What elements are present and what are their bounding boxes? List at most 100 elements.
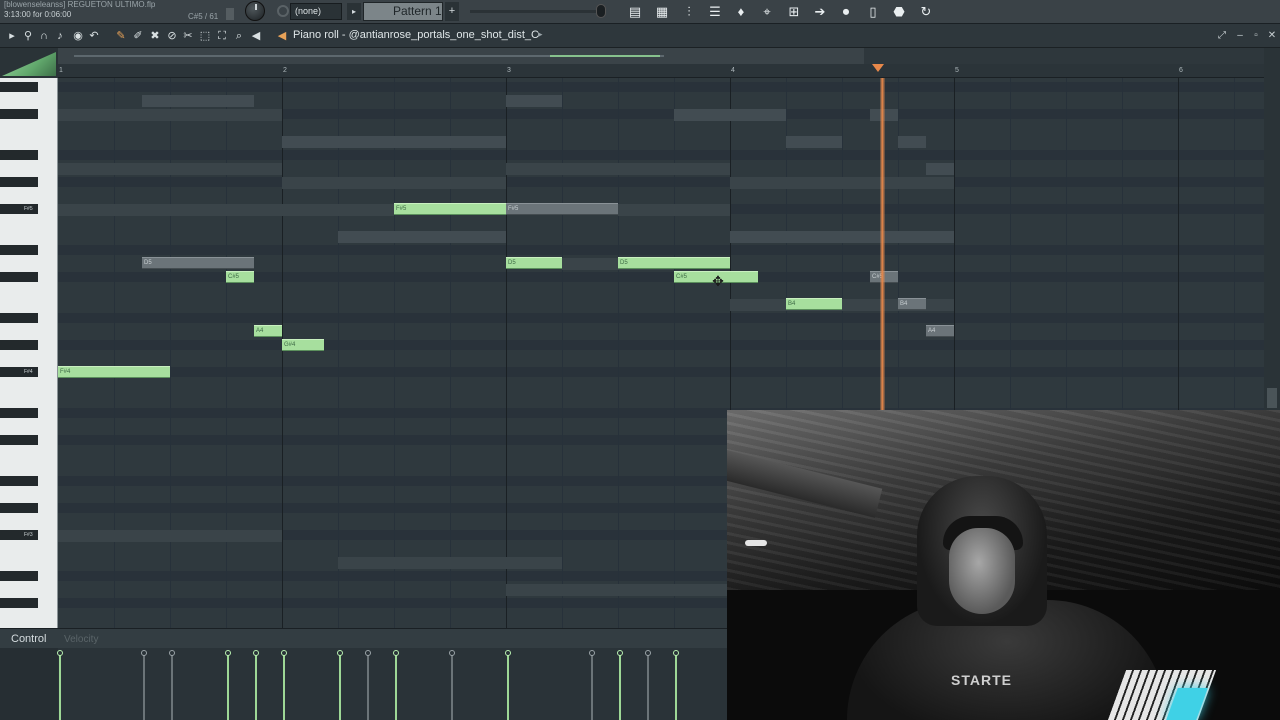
plugin-picker-icon[interactable]: ♦ [731,2,751,21]
speaker-icon[interactable]: ◀ [248,28,264,44]
black-key[interactable] [0,571,38,581]
master-volume-handle[interactable] [596,4,606,18]
keyboard-zoom-handle[interactable] [0,48,58,78]
velocity-handle[interactable] [365,650,371,656]
black-key[interactable] [0,177,38,187]
note[interactable]: B4 [786,298,842,310]
piano-roll-title[interactable]: Piano roll - @antianrose_portals_one_sho… [293,29,539,41]
black-key[interactable] [0,313,38,323]
arrow-right-icon[interactable]: ➔ [810,2,830,21]
velocity-bar[interactable] [395,654,397,720]
black-key[interactable] [0,82,38,92]
hint-stepper[interactable] [226,8,234,20]
note[interactable]: F#5 [506,203,618,215]
black-key[interactable] [0,476,38,486]
black-key[interactable] [0,109,38,119]
playhead-marker[interactable] [872,64,884,72]
velocity-handle[interactable] [225,650,231,656]
record-icon[interactable]: ◉ [70,28,86,44]
title-arrow-icon[interactable]: ▸ [538,29,543,40]
velocity-label[interactable]: Velocity [64,634,98,645]
velocity-bar[interactable] [507,654,509,720]
velocity-handle[interactable] [253,650,259,656]
undo-icon[interactable]: ↶ [86,28,102,44]
velocity-handle[interactable] [169,650,175,656]
maximize-button[interactable]: ▫ [1250,30,1262,42]
master-volume-slider[interactable] [470,10,600,13]
note[interactable]: A4 [926,325,954,337]
note[interactable]: B4 [898,298,926,310]
velocity-handle[interactable] [589,650,595,656]
velocity-bar[interactable] [143,654,145,720]
black-key[interactable] [0,435,38,445]
magnet-icon[interactable]: ⚲ [20,28,36,44]
note[interactable]: F#4 [58,366,170,378]
velocity-bar[interactable] [339,654,341,720]
velocity-bar[interactable] [675,654,677,720]
menu-arrow-icon[interactable]: ▸ [4,28,20,44]
velocity-handle[interactable] [57,650,63,656]
black-key[interactable] [0,340,38,350]
delete-icon[interactable]: ✖ [147,28,163,44]
velocity-handle[interactable] [281,650,287,656]
velocity-handle[interactable] [673,650,679,656]
black-key[interactable] [0,272,38,282]
velocity-bar[interactable] [367,654,369,720]
black-key[interactable] [0,503,38,513]
piano-roll-menu-icon[interactable]: ◀ [274,28,290,44]
playlist-icon[interactable]: ▤ [625,2,645,21]
close-button[interactable]: ✕ [1266,30,1278,42]
velocity-bar[interactable] [283,654,285,720]
velocity-bar[interactable] [59,654,61,720]
pattern-selector[interactable]: Pattern 1 [363,2,443,21]
scrollbar-thumb[interactable] [1267,388,1277,408]
velocity-bar[interactable] [255,654,257,720]
bar-ruler[interactable]: 1 2 3 4 5 6 [58,64,1264,78]
velocity-bar[interactable] [619,654,621,720]
note[interactable]: A4 [254,325,282,337]
velocity-bar[interactable] [227,654,229,720]
microphone-icon[interactable]: ⏺ [836,2,856,21]
browser-icon[interactable]: ⊞ [784,2,804,21]
select-icon[interactable]: ⬚ [197,28,213,44]
overview-view-range[interactable] [550,55,660,57]
note[interactable]: D5 [618,257,730,269]
velocity-bar[interactable] [591,654,593,720]
piano-roll-icon[interactable]: ▦ [652,2,672,21]
zoom-box-icon[interactable]: ⛶ [214,28,230,44]
detach-icon[interactable]: ⤢ [1216,30,1228,42]
metronome-icon[interactable]: ♪ [52,28,68,44]
overview-scroll-area[interactable] [864,48,1264,64]
add-pattern-button[interactable]: + [445,2,459,21]
minimize-button[interactable]: – [1234,30,1246,42]
velocity-handle[interactable] [337,650,343,656]
paint-brush-icon[interactable]: ✐ [130,28,146,44]
snap-select[interactable]: (none) [290,3,342,20]
snap-icon[interactable] [277,5,289,17]
velocity-bar[interactable] [451,654,453,720]
draw-pencil-icon[interactable]: ✎ [113,28,129,44]
control-target-select[interactable]: Control [11,633,46,645]
channel-rack-icon[interactable]: ☰ [705,2,725,21]
black-key[interactable] [0,245,38,255]
stamp-icon[interactable]: ⬣ [889,2,909,21]
velocity-handle[interactable] [449,650,455,656]
snap-magnet-icon[interactable]: ∩ [36,28,52,44]
note[interactable]: C#5 [226,271,254,283]
zoom-icon[interactable]: ⌕ [231,28,247,44]
undo-history-icon[interactable]: ↻ [916,2,936,21]
velocity-handle[interactable] [645,650,651,656]
velocity-handle[interactable] [141,650,147,656]
vertical-scrollbar[interactable] [1264,48,1280,410]
slice-icon[interactable]: ✂ [180,28,196,44]
play-arrow-button[interactable]: ▸ [347,3,361,20]
piano-keyboard[interactable]: F#5 F#4 F#3 [0,78,58,628]
velocity-handle[interactable] [617,650,623,656]
mute-icon[interactable]: ⊘ [164,28,180,44]
velocity-handle[interactable] [393,650,399,656]
master-pitch-knob[interactable] [245,1,265,21]
note[interactable]: G#4 [282,339,324,351]
velocity-bar[interactable] [647,654,649,720]
mixer-icon[interactable]: ⫶ [679,2,699,21]
black-key[interactable] [0,598,38,608]
